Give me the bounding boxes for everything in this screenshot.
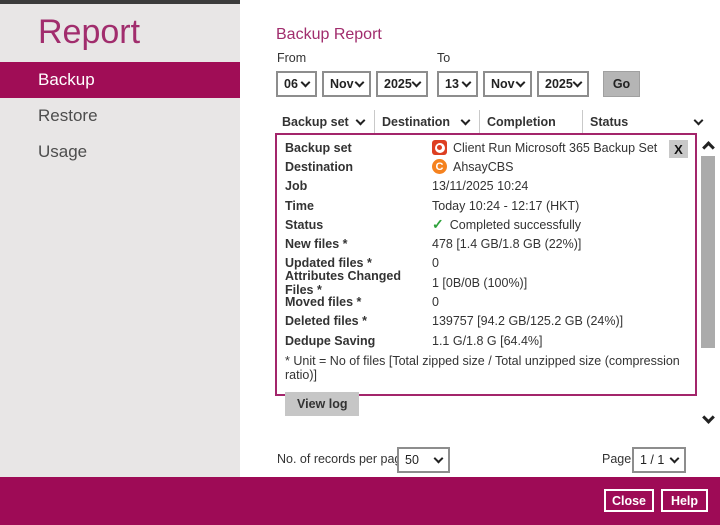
report-row-backup-set: Backup set Client Run Microsoft 365 Back…	[277, 138, 695, 157]
row-value: Today 10:24 - 12:17 (HKT)	[432, 198, 580, 213]
backup-report-card: X Backup set Client Run Microsoft 365 Ba…	[275, 133, 697, 417]
row-value: Completed successfully	[449, 217, 582, 232]
from-year-select[interactable]: 2025	[376, 71, 428, 97]
chevron-down-icon	[515, 77, 526, 88]
go-button[interactable]: Go	[603, 71, 640, 97]
row-label: Attributes Changed Files *	[285, 268, 401, 297]
to-month-value: Nov	[491, 77, 515, 91]
from-month-select[interactable]: Nov	[322, 71, 371, 97]
row-value: 139757 [94.2 GB/125.2 GB (24%)]	[432, 314, 624, 329]
report-row-job: Job 13/11/2025 10:24	[277, 177, 695, 196]
row-label: Destination	[285, 159, 354, 174]
to-day-value: 13	[445, 77, 459, 91]
top-strip	[0, 0, 240, 4]
report-row-attributes-changed: Attributes Changed Files * 1 [0B/0B (100…	[277, 269, 695, 297]
filter-label: Status	[590, 114, 629, 129]
page-select[interactable]: 1 / 1	[632, 447, 686, 473]
unit-footnote: * Unit = No of files [Total zipped size …	[285, 354, 680, 383]
row-value: AhsayCBS	[453, 159, 514, 174]
app-title: Report	[38, 13, 141, 51]
chevron-down-icon	[669, 453, 680, 464]
row-value: 13/11/2025 10:24	[432, 179, 529, 194]
chevron-down-icon	[300, 77, 311, 88]
row-label: New files *	[285, 237, 348, 252]
check-icon: ✓	[432, 216, 444, 233]
sidebar-item-label: Backup	[38, 70, 95, 89]
filter-label: Completion	[487, 114, 556, 129]
report-row-moved-files: Moved files * 0	[277, 292, 695, 311]
from-label: From	[277, 51, 307, 65]
chevron-down-icon	[355, 115, 366, 125]
to-year-value: 2025	[545, 77, 573, 91]
sidebar-item-label: Usage	[38, 142, 88, 161]
page-label: Page	[602, 452, 632, 466]
records-per-page-value: 50	[405, 453, 419, 467]
report-row-deleted-files: Deleted files * 139757 [94.2 GB/125.2 GB…	[277, 312, 695, 331]
report-row-new-files: New files * 478 [1.4 GB/1.8 GB (22%)]	[277, 234, 695, 253]
chevron-down-icon	[572, 77, 583, 88]
footer-bar: Close Help	[0, 477, 720, 525]
page-value: 1 / 1	[640, 453, 665, 467]
filter-status[interactable]: Status	[583, 110, 712, 133]
sidebar-item-label: Restore	[38, 106, 98, 125]
sidebar-menu: Backup Restore Usage	[0, 62, 240, 170]
row-label: Deleted files *	[285, 314, 367, 329]
records-per-page-select[interactable]: 50	[397, 447, 450, 473]
scroll-up-icon[interactable]	[702, 141, 715, 154]
view-log-button[interactable]: View log	[285, 392, 360, 417]
sidebar-item-restore[interactable]: Restore	[0, 98, 240, 134]
report-row-status: Status ✓ Completed successfully	[277, 215, 695, 234]
chevron-down-icon	[354, 77, 365, 88]
filter-row: Backup set Destination Completion Status	[275, 110, 712, 133]
row-value: 0	[432, 295, 439, 310]
microsoft-365-icon	[432, 140, 447, 156]
row-label: Dedupe Saving	[285, 333, 376, 348]
report-row-dedupe-saving: Dedupe Saving 1.1 G/1.8 G [64.4%]	[277, 331, 695, 350]
row-label: Time	[285, 198, 314, 213]
row-label: Moved files *	[285, 295, 362, 310]
row-label: Backup set	[285, 140, 352, 155]
from-month-value: Nov	[330, 77, 354, 91]
row-label: Status	[285, 217, 324, 232]
from-day-select[interactable]: 06	[276, 71, 317, 97]
scroll-down-icon[interactable]	[702, 411, 715, 424]
chevron-down-icon	[461, 77, 472, 88]
filter-destination[interactable]: Destination	[375, 110, 480, 133]
filter-backup-set[interactable]: Backup set	[275, 110, 375, 133]
filter-completion[interactable]: Completion	[480, 110, 583, 133]
scrollbar-thumb[interactable]	[701, 156, 715, 348]
chevron-down-icon	[411, 77, 422, 88]
filter-label: Backup set	[282, 114, 349, 129]
close-button[interactable]: Close	[604, 489, 654, 512]
from-year-value: 2025	[384, 77, 412, 91]
report-row-time: Time Today 10:24 - 12:17 (HKT)	[277, 196, 695, 215]
row-value: Client Run Microsoft 365 Backup Set	[453, 140, 658, 155]
chevron-down-icon	[460, 115, 471, 125]
sidebar-item-usage[interactable]: Usage	[0, 134, 240, 170]
ahsaycbs-icon: C	[432, 159, 447, 175]
close-card-icon[interactable]: X	[669, 140, 688, 158]
row-value: 1.1 G/1.8 G [64.4%]	[432, 333, 543, 348]
to-year-select[interactable]: 2025	[537, 71, 589, 97]
report-row-destination: Destination C AhsayCBS	[277, 157, 695, 176]
to-day-select[interactable]: 13	[437, 71, 478, 97]
chevron-down-icon	[693, 115, 704, 125]
row-value: 0	[432, 256, 439, 271]
from-day-value: 06	[284, 77, 298, 91]
filter-label: Destination	[382, 114, 451, 129]
row-value: 1 [0B/0B (100%)]	[432, 275, 528, 290]
to-label: To	[437, 51, 451, 65]
help-button[interactable]: Help	[661, 489, 708, 512]
sidebar-item-backup[interactable]: Backup	[0, 62, 240, 98]
row-value: 478 [1.4 GB/1.8 GB (22%)]	[432, 237, 582, 252]
to-month-select[interactable]: Nov	[483, 71, 532, 97]
chevron-down-icon	[433, 453, 444, 464]
row-label: Job	[285, 179, 308, 194]
records-per-page-label: No. of records per page	[277, 452, 409, 466]
sidebar: Report Backup Restore Usage	[0, 0, 240, 477]
page-title: Backup Report	[276, 26, 382, 43]
